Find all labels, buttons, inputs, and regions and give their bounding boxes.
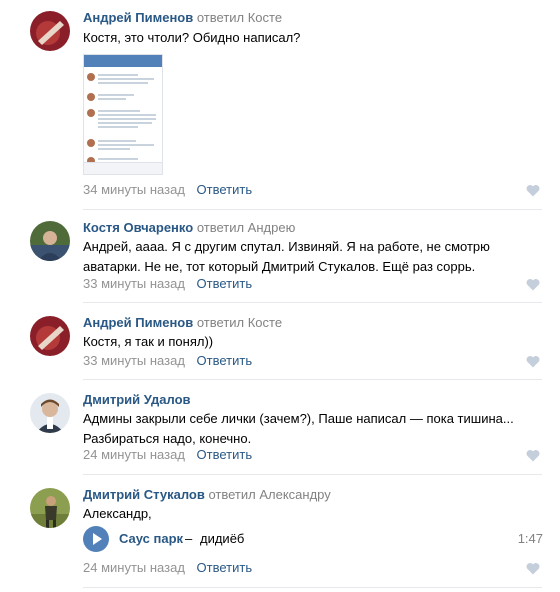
author-name[interactable]: Дмитрий Стукалов bbox=[83, 487, 205, 502]
audio-artist[interactable]: Саус парк bbox=[119, 531, 183, 546]
screenshot-header bbox=[84, 55, 162, 67]
comment-text: Админы закрыли себе лички (зачем?), Паше… bbox=[83, 411, 514, 446]
replied-to[interactable]: ответил Косте bbox=[197, 315, 282, 330]
avatar[interactable] bbox=[30, 11, 70, 51]
timestamp[interactable]: 24 минуты назад bbox=[83, 447, 185, 462]
replied-to[interactable]: ответил Александру bbox=[208, 487, 330, 502]
author-name[interactable]: Андрей Пименов bbox=[83, 315, 193, 330]
avatar[interactable] bbox=[30, 316, 70, 356]
timestamp[interactable]: 33 минуты назад bbox=[83, 276, 185, 291]
heart-icon[interactable] bbox=[526, 184, 540, 197]
heart-icon[interactable] bbox=[526, 449, 540, 462]
comment-text: Андрей, аааа. Я с другим спутал. Извиняй… bbox=[83, 239, 490, 274]
divider bbox=[83, 209, 542, 210]
audio-duration: 1:47 bbox=[517, 531, 543, 546]
comment-text: Александр, bbox=[83, 506, 152, 521]
timestamp[interactable]: 34 минуты назад bbox=[83, 182, 185, 197]
timestamp[interactable]: 24 минуты назад bbox=[83, 560, 185, 575]
audio-title: дидиёб bbox=[200, 531, 245, 546]
comment-text: Костя, я так и понял)) bbox=[83, 334, 214, 349]
play-icon[interactable] bbox=[83, 526, 109, 552]
reply-link[interactable]: Ответить bbox=[197, 182, 253, 197]
screenshot-input bbox=[84, 162, 162, 174]
divider bbox=[83, 379, 542, 380]
reply-link[interactable]: Ответить bbox=[197, 560, 253, 575]
avatar[interactable] bbox=[30, 393, 70, 433]
author-name[interactable]: Андрей Пименов bbox=[83, 10, 193, 25]
heart-icon[interactable] bbox=[526, 562, 540, 575]
author-name[interactable]: Костя Овчаренко bbox=[83, 220, 193, 235]
divider bbox=[83, 474, 542, 475]
audio-attachment: Саус парк – дидиёб 1:47 bbox=[83, 526, 543, 552]
reply-link[interactable]: Ответить bbox=[197, 447, 253, 462]
reply-link[interactable]: Ответить bbox=[197, 276, 253, 291]
avatar[interactable] bbox=[30, 488, 70, 528]
replied-to[interactable]: ответил Косте bbox=[197, 10, 282, 25]
avatar[interactable] bbox=[30, 221, 70, 261]
divider bbox=[83, 587, 542, 588]
audio-separator: – bbox=[185, 531, 193, 546]
replied-to[interactable]: ответил Андрею bbox=[197, 220, 296, 235]
author-name[interactable]: Дмитрий Удалов bbox=[83, 392, 191, 407]
comment-text: Костя, это чтоли? Обидно написал? bbox=[83, 30, 301, 45]
timestamp[interactable]: 33 минуты назад bbox=[83, 353, 185, 368]
reply-link[interactable]: Ответить bbox=[197, 353, 253, 368]
heart-icon[interactable] bbox=[526, 355, 540, 368]
heart-icon[interactable] bbox=[526, 278, 540, 291]
screenshot-attachment[interactable] bbox=[83, 54, 163, 175]
divider bbox=[83, 302, 542, 303]
